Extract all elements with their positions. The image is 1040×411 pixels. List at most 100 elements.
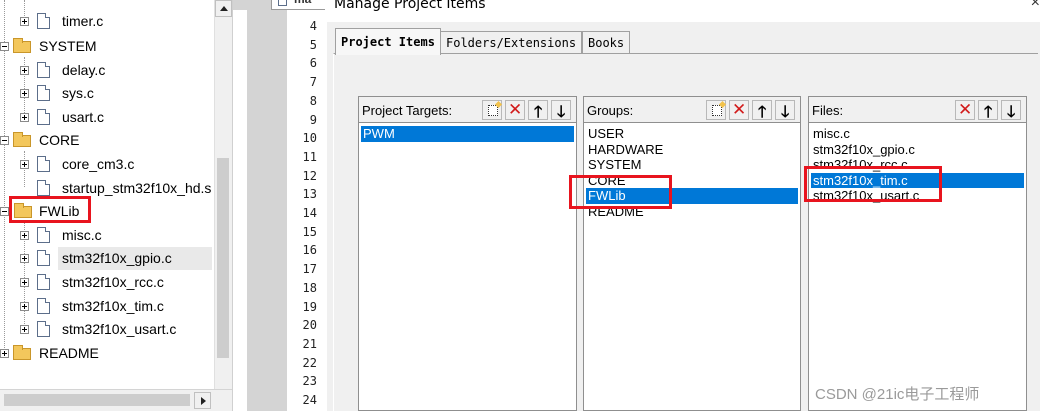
list-item[interactable]: PWM bbox=[361, 126, 574, 142]
list-item[interactable]: stm32f10x_gpio.c bbox=[811, 142, 1024, 158]
tree-item-label: stm32f10x_tim.c bbox=[62, 298, 164, 314]
tab-label: Folders/Extensions bbox=[446, 35, 577, 50]
scroll-right-icon[interactable] bbox=[194, 392, 211, 409]
list-item[interactable]: misc.c bbox=[811, 126, 1024, 142]
tree-item-rcc-c[interactable]: stm32f10x_rcc.c bbox=[0, 271, 214, 293]
tree-item-tim-c[interactable]: stm32f10x_tim.c bbox=[0, 295, 214, 317]
scrollbar-thumb[interactable] bbox=[4, 394, 190, 406]
move-target-up-button[interactable]: 🡑 bbox=[528, 100, 548, 121]
file-icon bbox=[37, 250, 50, 266]
list-item[interactable]: HARDWARE bbox=[586, 142, 798, 158]
tree-item-label: delay.c bbox=[62, 62, 106, 78]
editor-tab-label: ma bbox=[294, 0, 311, 6]
line-number: 22 bbox=[302, 355, 317, 370]
tree-item-label: README bbox=[39, 345, 99, 361]
arrow-up-icon: 🡑 bbox=[758, 104, 767, 121]
tab-project-items[interactable]: Project Items bbox=[335, 28, 441, 55]
groups-title: Groups: bbox=[587, 103, 634, 118]
delete-target-button[interactable]: ✕ bbox=[505, 100, 525, 120]
expand-icon[interactable] bbox=[0, 349, 9, 358]
tree-horizontal-scrollbar[interactable] bbox=[0, 389, 232, 411]
file-icon bbox=[37, 227, 50, 243]
line-number: 16 bbox=[302, 243, 317, 258]
expand-icon[interactable] bbox=[20, 278, 29, 287]
files-header: Files: ✕ 🡑 🡓 bbox=[809, 97, 1026, 123]
tree-vertical-scrollbar[interactable] bbox=[214, 0, 232, 389]
tree-item-usart-c[interactable]: usart.c bbox=[0, 106, 214, 128]
list-item[interactable]: USER bbox=[586, 126, 798, 142]
file-icon bbox=[37, 298, 50, 314]
tree-item-gpio-c[interactable]: stm32f10x_gpio.c bbox=[0, 247, 214, 269]
expand-icon[interactable] bbox=[20, 17, 29, 26]
expand-icon[interactable] bbox=[20, 160, 29, 169]
files-list[interactable]: Files: ✕ 🡑 🡓 misc.c stm32f10x_gpio.c stm32… bbox=[808, 96, 1027, 411]
line-number: 12 bbox=[302, 168, 317, 183]
dialog-title: Manage Project Items bbox=[334, 0, 486, 12]
move-file-down-button[interactable]: 🡓 bbox=[1001, 100, 1021, 121]
new-icon bbox=[488, 105, 498, 116]
expand-icon[interactable] bbox=[20, 231, 29, 240]
move-group-down-button[interactable]: 🡓 bbox=[775, 100, 795, 121]
delete-group-button[interactable]: ✕ bbox=[729, 100, 749, 120]
tree-item-sys-c[interactable]: sys.c bbox=[0, 82, 214, 104]
tree-item-misc-c[interactable]: misc.c bbox=[0, 224, 214, 246]
groups-annotation-box bbox=[569, 175, 672, 209]
tree-item-delay-c[interactable]: delay.c bbox=[0, 59, 214, 81]
new-group-button[interactable] bbox=[706, 100, 726, 120]
close-icon[interactable]: × bbox=[1031, 0, 1040, 12]
tree-item-core-cm3-c[interactable]: core_cm3.c bbox=[0, 153, 214, 175]
collapse-icon[interactable] bbox=[0, 207, 9, 216]
expand-icon[interactable] bbox=[20, 66, 29, 75]
project-targets-list[interactable]: Project Targets: ✕ 🡑 🡓 PWM bbox=[358, 96, 577, 411]
fwlib-annotation-box bbox=[9, 196, 91, 223]
line-number: 7 bbox=[309, 75, 317, 90]
groups-list[interactable]: Groups: ✕ 🡑 🡓 USER HARDWARE SYSTEM CORE FWLi… bbox=[583, 96, 801, 411]
move-target-down-button[interactable]: 🡓 bbox=[551, 100, 571, 121]
line-number: 19 bbox=[302, 299, 317, 314]
move-group-up-button[interactable]: 🡑 bbox=[752, 100, 772, 121]
tree-item-label: misc.c bbox=[62, 227, 102, 243]
tree-item-core[interactable]: CORE bbox=[0, 129, 214, 151]
expand-icon[interactable] bbox=[20, 302, 29, 311]
scroll-up-icon[interactable] bbox=[215, 0, 232, 17]
expand-icon[interactable] bbox=[20, 89, 29, 98]
tree-item-timer-c[interactable]: timer.c bbox=[0, 10, 214, 32]
line-number: 4 bbox=[309, 19, 317, 33]
groups-header: Groups: ✕ 🡑 🡓 bbox=[584, 97, 800, 123]
editor-gutter: ma 4 5 6 7 8 9 10 11 12 13 14 15 16 17 18 19 20 21 22 23 24 bbox=[232, 0, 331, 411]
tree-item-label: stm32f10x_rcc.c bbox=[62, 274, 164, 290]
new-target-button[interactable] bbox=[482, 100, 502, 120]
arrow-down-icon: 🡓 bbox=[781, 104, 790, 121]
delete-icon: ✕ bbox=[958, 100, 973, 119]
file-icon bbox=[37, 156, 50, 172]
tab-folders-extensions[interactable]: Folders/Extensions bbox=[440, 31, 583, 53]
scrollbar-thumb[interactable] bbox=[217, 158, 229, 358]
list-item[interactable]: SYSTEM bbox=[586, 157, 798, 173]
collapse-icon[interactable] bbox=[0, 136, 9, 145]
new-icon bbox=[712, 105, 722, 116]
project-tree[interactable]: timer.c SYSTEM delay.c sys.c usart.c COR… bbox=[0, 0, 232, 411]
line-number: 5 bbox=[309, 37, 317, 52]
tree-item-readme[interactable]: README bbox=[0, 342, 214, 364]
tab-label: Project Items bbox=[341, 35, 435, 49]
arrow-down-icon: 🡓 bbox=[1007, 104, 1016, 121]
tree-item-usart-lib-c[interactable]: stm32f10x_usart.c bbox=[0, 318, 214, 340]
expand-icon[interactable] bbox=[20, 325, 29, 334]
delete-icon: ✕ bbox=[508, 100, 523, 119]
expand-icon[interactable] bbox=[20, 113, 29, 122]
tree-item-system[interactable]: SYSTEM bbox=[0, 35, 214, 57]
line-number: 23 bbox=[302, 374, 317, 389]
files-annotation-box bbox=[804, 166, 942, 202]
files-title: Files: bbox=[812, 103, 844, 118]
collapse-icon[interactable] bbox=[0, 42, 9, 51]
editor-tab[interactable]: ma bbox=[271, 0, 331, 10]
project-targets-items: PWM bbox=[361, 126, 574, 142]
tab-books[interactable]: Books bbox=[582, 31, 631, 53]
line-number: 10 bbox=[302, 131, 317, 146]
file-icon bbox=[37, 13, 50, 29]
move-file-up-button[interactable]: 🡑 bbox=[978, 100, 998, 121]
line-number: 9 bbox=[309, 112, 317, 127]
delete-file-button[interactable]: ✕ bbox=[955, 100, 975, 120]
tree-item-label: SYSTEM bbox=[39, 38, 97, 54]
expand-icon[interactable] bbox=[20, 254, 29, 263]
